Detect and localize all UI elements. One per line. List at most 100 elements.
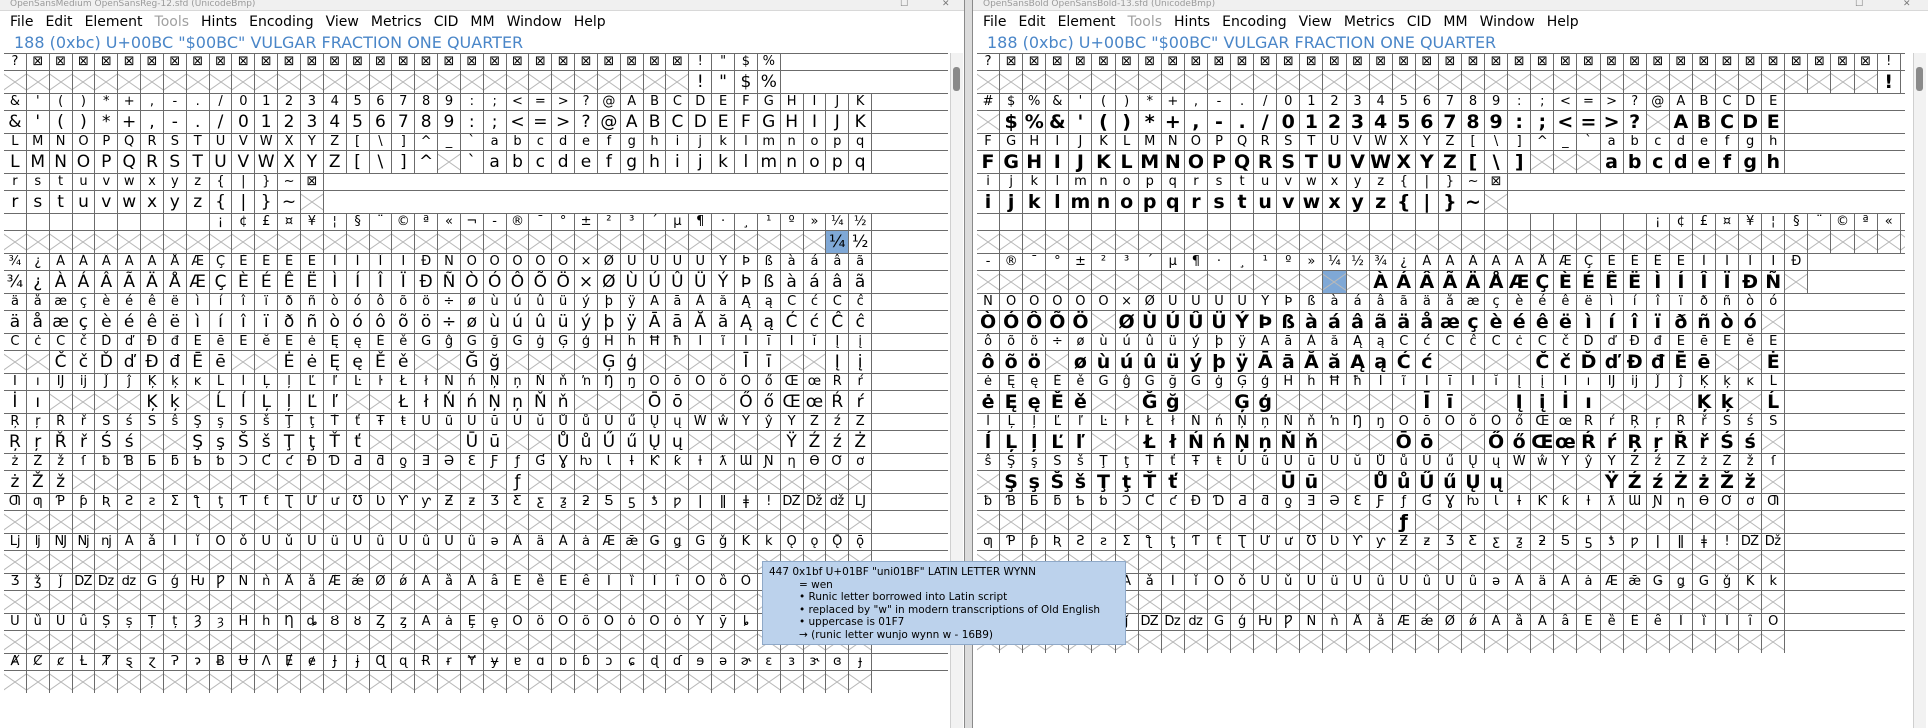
glyph-cell[interactable] <box>575 631 598 653</box>
glyph-cell[interactable] <box>1577 551 1601 573</box>
scrollbar-thumb[interactable] <box>953 67 960 91</box>
glyph-cell[interactable]: Ě <box>370 351 393 373</box>
glyph-cell[interactable]: J <box>1069 151 1093 173</box>
glyph-cell[interactable]: á <box>804 271 827 293</box>
glyph-cell[interactable]: t <box>50 191 73 213</box>
glyph-cell[interactable] <box>210 551 233 573</box>
glyph-cell[interactable] <box>278 71 301 93</box>
glyph-cell[interactable]: À <box>1370 271 1393 293</box>
glyph-cell[interactable] <box>324 631 347 653</box>
glyph-cell[interactable] <box>1162 631 1185 653</box>
glyph-cell[interactable] <box>438 671 461 693</box>
glyph-cell[interactable]: À <box>50 271 73 293</box>
menu-hints[interactable]: Hints <box>1174 14 1210 30</box>
glyph-cell[interactable] <box>1554 71 1578 93</box>
glyph-cell[interactable] <box>781 351 804 373</box>
glyph-cell[interactable] <box>977 471 1001 493</box>
glyph-cell[interactable] <box>712 431 735 453</box>
glyph-cell[interactable] <box>507 671 530 693</box>
glyph-cell[interactable] <box>758 511 781 533</box>
glyph-cell[interactable] <box>301 631 324 653</box>
glyph-cell[interactable]: Ķ <box>1693 391 1716 413</box>
glyph-cell[interactable] <box>1716 591 1740 613</box>
glyph-cell[interactable]: P <box>1208 151 1232 173</box>
glyph-cell[interactable] <box>1323 471 1347 493</box>
glyph-cell[interactable]: ĉ <box>849 311 873 333</box>
glyph-cell[interactable]: ã <box>1370 311 1393 333</box>
glyph-cell[interactable]: ä <box>4 311 27 333</box>
glyph-cell[interactable] <box>1069 511 1093 533</box>
glyph-cell[interactable] <box>164 231 187 253</box>
glyph-cell[interactable] <box>1185 391 1208 413</box>
glyph-cell[interactable] <box>1416 71 1439 93</box>
glyph-cell[interactable] <box>1393 391 1416 413</box>
glyph-cell[interactable]: ł <box>415 391 439 413</box>
glyph-cell[interactable]: Â <box>95 271 119 293</box>
glyph-cell[interactable] <box>1162 71 1185 93</box>
glyph-cell[interactable] <box>210 231 233 253</box>
glyph-cell[interactable]: Ō <box>644 391 667 413</box>
glyph-cell[interactable]: e <box>575 151 598 173</box>
glyph-cell[interactable]: H <box>1023 151 1047 173</box>
glyph-cell[interactable] <box>1670 71 1693 93</box>
glyph-cell[interactable] <box>1092 311 1116 333</box>
glyph-cell[interactable] <box>1347 431 1370 453</box>
glyph-cell[interactable] <box>1277 71 1301 93</box>
glyph-cell[interactable] <box>1139 71 1162 93</box>
glyph-cell[interactable]: Â <box>1416 271 1439 293</box>
glyph-cell[interactable] <box>689 551 713 573</box>
glyph-cell[interactable]: Ā <box>1254 351 1278 373</box>
glyph-cell[interactable] <box>1739 351 1763 373</box>
glyph-cell[interactable]: 8 <box>415 111 439 133</box>
glyph-cell[interactable] <box>1046 231 1070 253</box>
glyph-cell[interactable] <box>1601 511 1624 533</box>
glyph-cell[interactable]: ç <box>1462 311 1486 333</box>
glyph-cell[interactable]: B <box>1693 111 1716 133</box>
glyph-cell[interactable]: ģ <box>1254 391 1278 413</box>
glyph-cell[interactable] <box>1208 391 1232 413</box>
glyph-cell[interactable] <box>415 671 439 693</box>
glyph-cell[interactable]: > <box>552 111 576 133</box>
glyph-cell[interactable]: R <box>141 151 164 173</box>
glyph-cell[interactable]: ž <box>1739 471 1763 493</box>
glyph-cell[interactable]: û <box>1139 351 1162 373</box>
glyph-cell[interactable]: ľ <box>1069 431 1093 453</box>
glyph-cell[interactable]: ( <box>1092 111 1116 133</box>
glyph-cell[interactable]: O <box>73 151 96 173</box>
glyph-cell[interactable] <box>575 511 598 533</box>
glyph-cell[interactable]: Û <box>666 271 690 293</box>
glyph-cell[interactable] <box>1462 511 1486 533</box>
glyph-cell[interactable] <box>95 551 119 573</box>
glyph-cell[interactable] <box>849 511 873 533</box>
glyph-cell[interactable] <box>689 431 713 453</box>
glyph-cell[interactable]: Ģ <box>1231 391 1255 413</box>
glyph-cell[interactable] <box>324 231 347 253</box>
glyph-cell[interactable] <box>1739 631 1763 653</box>
glyph-cell[interactable] <box>210 591 233 613</box>
menu-edit[interactable]: Edit <box>1018 14 1045 30</box>
glyph-cell[interactable] <box>484 631 507 653</box>
glyph-cell[interactable]: ą <box>1370 351 1393 373</box>
glyph-cell[interactable] <box>666 71 690 93</box>
glyph-cell[interactable]: ţ <box>1116 471 1139 493</box>
glyph-cell[interactable] <box>1347 71 1370 93</box>
glyph-cell[interactable]: M <box>27 151 50 173</box>
glyph-cell[interactable] <box>552 231 576 253</box>
glyph-cell[interactable] <box>1485 391 1509 413</box>
glyph-cell[interactable]: ƒ <box>507 471 530 493</box>
glyph-cell[interactable] <box>621 511 644 533</box>
glyph-cell[interactable] <box>644 631 667 653</box>
glyph-cell[interactable] <box>1739 591 1763 613</box>
scrollbar-thumb[interactable] <box>1916 67 1923 91</box>
glyph-cell[interactable] <box>370 231 393 253</box>
glyph-cell[interactable]: õ <box>392 311 416 333</box>
glyph-cell[interactable] <box>712 471 735 493</box>
glyph-cell[interactable] <box>4 591 27 613</box>
glyph-cell[interactable] <box>1139 591 1162 613</box>
glyph-cell[interactable]: ō <box>666 391 690 413</box>
glyph-cell[interactable]: ù <box>484 311 507 333</box>
glyph-cell[interactable]: @ <box>598 111 621 133</box>
glyph-cell[interactable] <box>1323 71 1347 93</box>
glyph-cell[interactable] <box>1162 511 1185 533</box>
glyph-cell[interactable]: ś <box>1739 431 1763 453</box>
